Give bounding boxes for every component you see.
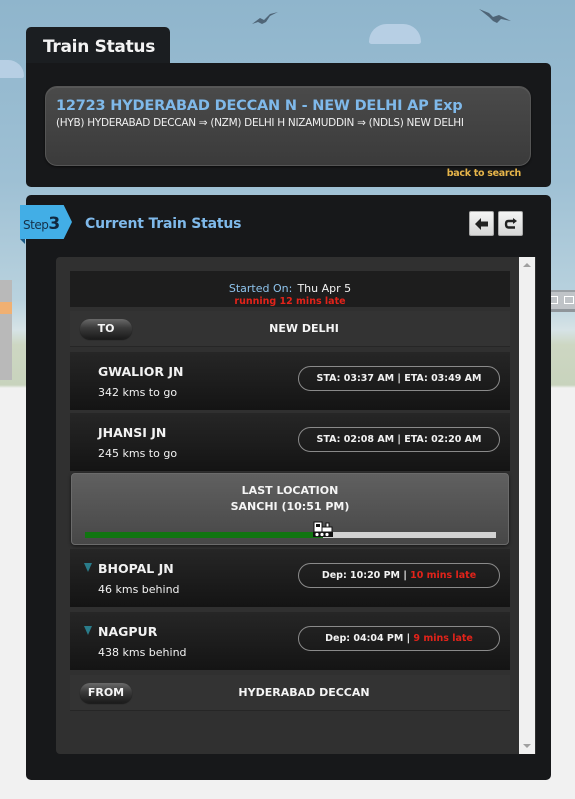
scroll-down-arrow-icon[interactable] bbox=[523, 744, 531, 748]
journey-progress-fill bbox=[85, 532, 324, 538]
station-distance: 245 kms to go bbox=[98, 447, 178, 460]
arrival-times: STA: 03:37 AM | ETA: 03:49 AM bbox=[298, 366, 500, 391]
delay-text: 9 mins late bbox=[413, 633, 473, 644]
bird-icon bbox=[479, 9, 511, 28]
train-name: 12723 HYDERABAD DECCAN N - NEW DELHI AP … bbox=[56, 98, 463, 114]
delay-text: 10 mins late bbox=[410, 570, 477, 581]
cloud-decoration bbox=[369, 24, 421, 44]
expand-triangle-icon[interactable] bbox=[84, 626, 92, 635]
running-late-text: running 12 mins late bbox=[234, 296, 346, 307]
station-row[interactable]: GWALIOR JN 342 kms to go STA: 03:37 AM |… bbox=[70, 352, 510, 410]
origin-station: HYDERABAD DECCAN bbox=[238, 686, 370, 699]
step-badge: Step3 bbox=[20, 205, 72, 239]
cloud-decoration bbox=[0, 60, 24, 78]
station-distance: 438 kms behind bbox=[98, 646, 187, 659]
station-row[interactable]: NAGPUR 438 kms behind Dep: 04:04 PM | 9 … bbox=[70, 612, 510, 670]
station-distance: 342 kms to go bbox=[98, 386, 178, 399]
last-location-heading: LAST LOCATION bbox=[241, 484, 339, 497]
locomotive-icon bbox=[313, 520, 334, 538]
started-value: Thu Apr 5 bbox=[297, 282, 352, 295]
status-scroll-area[interactable]: Started On: Thu Apr 5 running 12 mins la… bbox=[56, 257, 536, 754]
station-name: GWALIOR JN bbox=[98, 364, 184, 379]
refresh-icon bbox=[504, 217, 517, 229]
scroll-up-arrow-icon[interactable] bbox=[523, 263, 531, 267]
station-row[interactable]: BHOPAL JN 46 kms behind Dep: 10:20 PM | … bbox=[70, 549, 510, 607]
train-info-panel: 12723 HYDERABAD DECCAN N - NEW DELHI AP … bbox=[26, 63, 551, 187]
last-location-place: SANCHI (10:51 PM) bbox=[230, 500, 350, 513]
train-decoration bbox=[548, 290, 575, 312]
station-row[interactable]: JHANSI JN 245 kms to go STA: 02:08 AM | … bbox=[70, 413, 510, 471]
destination-row: TO NEW DELHI bbox=[70, 311, 510, 347]
last-location-box: LAST LOCATION SANCHI (10:51 PM) bbox=[71, 473, 509, 545]
train-status-panel: Step3 Current Train Status Started On: T… bbox=[20, 195, 551, 780]
section-title: Current Train Status bbox=[85, 216, 242, 232]
departure-time: Dep: 10:20 PM | bbox=[321, 570, 411, 581]
departure-info: Dep: 10:20 PM | 10 mins late bbox=[298, 563, 500, 588]
refresh-button[interactable] bbox=[498, 211, 523, 236]
station-distance: 46 kms behind bbox=[98, 583, 180, 596]
station-name: BHOPAL JN bbox=[98, 561, 174, 576]
vertical-scrollbar[interactable] bbox=[519, 257, 535, 754]
tower-decoration bbox=[0, 280, 12, 380]
step-number: 3 bbox=[48, 214, 60, 234]
departure-time: Dep: 04:04 PM | bbox=[325, 633, 414, 644]
back-button[interactable] bbox=[469, 211, 494, 236]
started-label: Started On: bbox=[228, 282, 293, 295]
station-name: JHANSI JN bbox=[98, 425, 167, 440]
step-badge-fold bbox=[20, 239, 25, 244]
train-info-box: 12723 HYDERABAD DECCAN N - NEW DELHI AP … bbox=[45, 86, 531, 166]
journey-progress-bar bbox=[85, 521, 496, 538]
station-name: NAGPUR bbox=[98, 624, 158, 639]
back-to-search-link[interactable]: back to search bbox=[447, 168, 522, 179]
bird-icon bbox=[252, 12, 278, 29]
page-tab-title: Train Status bbox=[26, 27, 170, 65]
arrow-left-icon bbox=[474, 217, 488, 230]
departure-info: Dep: 04:04 PM | 9 mins late bbox=[298, 626, 500, 651]
step-label: Step bbox=[23, 218, 49, 232]
train-route: (HYB) HYDERABAD DECCAN ⇒ (NZM) DELHI H N… bbox=[56, 117, 464, 129]
arrival-times: STA: 02:08 AM | ETA: 02:20 AM bbox=[298, 427, 500, 452]
started-info: Started On: Thu Apr 5 running 12 mins la… bbox=[70, 271, 510, 307]
origin-row: FROM HYDERABAD DECCAN bbox=[70, 675, 510, 711]
expand-triangle-icon[interactable] bbox=[84, 563, 92, 572]
destination-station: NEW DELHI bbox=[269, 322, 339, 335]
